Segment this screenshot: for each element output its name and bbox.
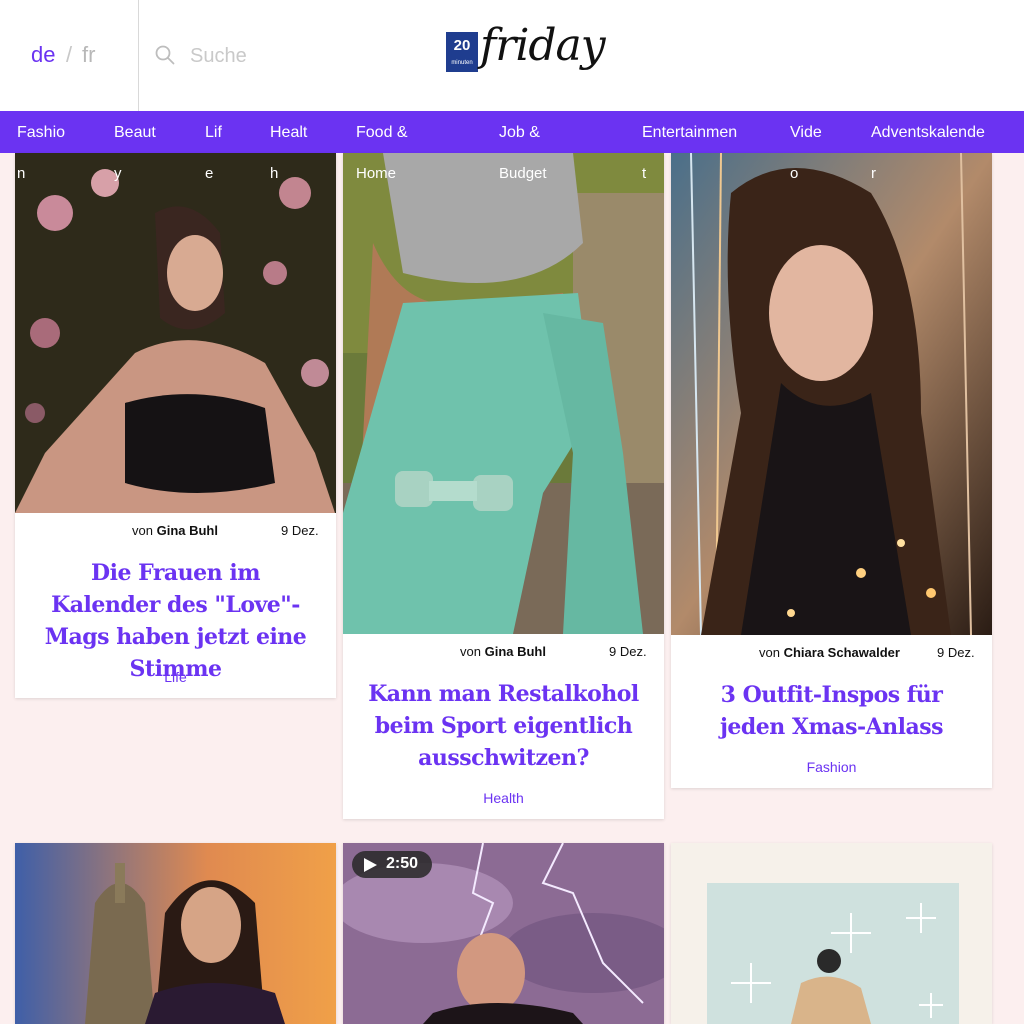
video-duration: 2:50 — [386, 855, 419, 872]
article-category[interactable]: Life — [15, 669, 336, 685]
article-title[interactable]: Kann man Restalkohol beim Sport eigentli… — [343, 678, 664, 774]
nav-item-job-budget[interactable]: Job & — [499, 124, 540, 142]
logo-box-number: 20 — [453, 37, 471, 54]
article-title[interactable]: Die Frauen im Kalender des "Love"-Mags h… — [15, 557, 336, 685]
article-title[interactable]: 3 Outfit-Inspos für jeden Xmas-Anlass — [671, 679, 992, 743]
nav-item-life[interactable]: Lif — [205, 124, 222, 142]
nav-item-entertainment[interactable]: Entertainmen — [642, 124, 737, 142]
site-logo[interactable]: 20 minuten friday — [446, 18, 606, 92]
nav-item-food-home[interactable]: Food & — [356, 124, 408, 142]
article-image[interactable] — [671, 153, 992, 635]
article-card[interactable]: von Gina Buhl 9 Dez. Kann man Restalkoho… — [343, 153, 664, 819]
nav-item-video[interactable]: Vide — [790, 124, 822, 142]
nav-item-beauty-wrap[interactable]: y — [114, 165, 122, 182]
logo-20-minuten-badge: 20 minuten — [446, 32, 478, 72]
nav-item-adventskalender[interactable]: Adventskalende — [871, 124, 985, 142]
nav-item-video-wrap[interactable]: o — [790, 165, 798, 182]
lang-fr-link[interactable]: fr — [82, 42, 95, 68]
article-image[interactable] — [671, 843, 992, 1024]
article-category[interactable]: Health — [343, 790, 664, 806]
nav-item-job-budget-wrap[interactable]: Budget — [499, 165, 547, 182]
nav-item-adventskalender-wrap[interactable]: r — [871, 165, 876, 182]
nav-item-entertainment-wrap[interactable]: t — [642, 165, 646, 182]
lang-separator: / — [66, 42, 73, 67]
article-date: 9 Dez. — [937, 645, 975, 660]
search-icon[interactable] — [155, 45, 175, 65]
nav-item-beauty[interactable]: Beaut — [114, 124, 156, 142]
video-duration-badge[interactable]: 2:50 — [352, 851, 432, 878]
nav-item-fashion[interactable]: Fashio — [17, 124, 65, 142]
article-date: 9 Dez. — [609, 644, 647, 659]
article-author: von Gina Buhl — [460, 644, 546, 659]
nav-item-fashion-wrap[interactable]: n — [17, 165, 25, 182]
lang-de-link[interactable]: de — [31, 42, 55, 68]
nav-item-health-wrap[interactable]: h — [270, 165, 278, 182]
article-category[interactable]: Fashion — [671, 759, 992, 775]
language-switcher: de / fr — [0, 0, 139, 111]
article-date: 9 Dez. — [281, 523, 319, 538]
main-nav: Fashio Beaut Lif Healt Food & Job & Ente… — [0, 111, 1024, 153]
article-image[interactable] — [15, 843, 336, 1024]
logo-box-sub: minuten — [451, 60, 473, 66]
logo-wordmark: friday — [480, 20, 606, 71]
article-card[interactable] — [15, 843, 336, 1024]
search-input[interactable] — [190, 40, 390, 72]
nav-item-health[interactable]: Healt — [270, 124, 307, 142]
article-image[interactable] — [15, 153, 336, 513]
play-icon — [364, 858, 377, 872]
article-card[interactable]: von Gina Buhl 9 Dez. Die Frauen im Kalen… — [15, 153, 336, 698]
nav-item-food-home-wrap[interactable]: Home — [356, 165, 396, 182]
site-header: de / fr 20 minuten friday — [0, 0, 1024, 111]
nav-item-life-wrap[interactable]: e — [205, 165, 213, 182]
article-author: von Chiara Schawalder — [759, 645, 900, 660]
article-card[interactable] — [671, 843, 992, 1024]
article-author: von Gina Buhl — [132, 523, 218, 538]
article-card[interactable]: von Chiara Schawalder 9 Dez. 3 Outfit-In… — [671, 153, 992, 788]
article-image[interactable] — [343, 153, 664, 634]
